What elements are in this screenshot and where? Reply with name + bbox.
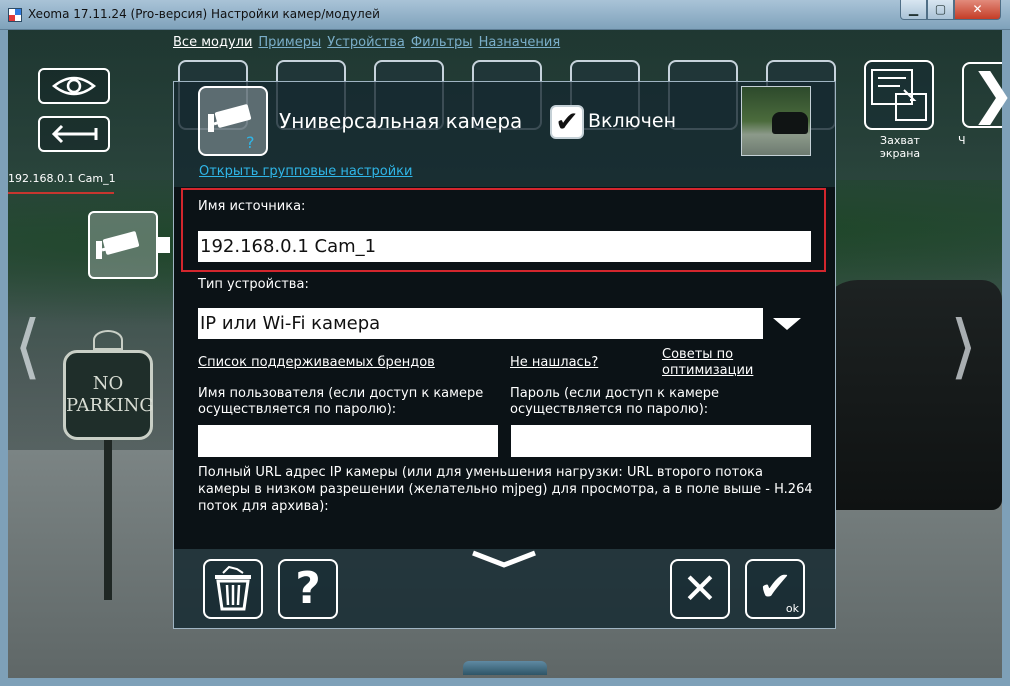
tab-destinations[interactable]: Назначения xyxy=(479,35,561,55)
back-button[interactable] xyxy=(38,116,110,152)
svg-text:?: ? xyxy=(246,133,255,152)
camera-name-label[interactable]: 192.168.0.1 Cam_1 xyxy=(8,172,116,185)
module-strip-next-button[interactable]: ❯ xyxy=(962,62,1010,128)
delete-module-button[interactable] xyxy=(203,559,263,619)
window-title: Xeoma 17.11.24 (Pro-версия) Настройки ка… xyxy=(28,7,380,21)
tab-all-modules[interactable]: Все модули xyxy=(173,35,252,55)
background-no-parking-sign: NO PARKING xyxy=(63,350,154,440)
password-input[interactable] xyxy=(511,425,811,457)
scroll-right-icon[interactable]: ⟩ xyxy=(950,305,977,387)
dialog-title: Универсальная камера xyxy=(279,109,523,133)
next-module-label: Ч xyxy=(958,134,966,147)
dialog-header: ? Универсальная камера ✔ Включен Открыть… xyxy=(173,81,836,187)
camera-question-icon: ? xyxy=(208,104,255,152)
help-icon: ? xyxy=(295,563,321,614)
device-type-label: Тип устройства: xyxy=(198,277,309,292)
view-mode-button[interactable] xyxy=(38,68,110,104)
module-category-tabs: Все модули Примеры Устройства Фильтры На… xyxy=(173,35,560,55)
dropdown-arrow-icon[interactable] xyxy=(773,318,801,330)
device-type-select[interactable]: IP или Wi-Fi камера xyxy=(198,308,763,339)
scroll-left-icon[interactable]: ⟨ xyxy=(14,305,41,387)
ok-button[interactable]: ✔ ok xyxy=(745,559,805,619)
cancel-icon: ✕ xyxy=(682,564,718,613)
tab-filters[interactable]: Фильтры xyxy=(411,35,473,55)
camera-connector xyxy=(158,237,170,253)
optimization-tips-link[interactable]: Советы по оптимизации xyxy=(662,347,772,379)
sign-text-line1: NO xyxy=(92,373,124,394)
tab-examples[interactable]: Примеры xyxy=(258,35,321,55)
background-sign-post xyxy=(104,440,112,600)
close-window-button[interactable]: ✕ xyxy=(954,0,1001,20)
screen-capture-label: Захват экрана xyxy=(879,134,921,160)
screen-capture-module-tile[interactable] xyxy=(864,60,934,130)
enabled-checkbox[interactable]: ✔ xyxy=(550,105,584,139)
supported-brands-link[interactable]: Список поддерживаемых брендов xyxy=(198,355,435,370)
minimize-button[interactable]: ▁ xyxy=(900,0,927,20)
camera-url-label: Полный URL адрес IP камеры (или для умен… xyxy=(198,465,813,514)
cctv-camera-icon xyxy=(96,231,140,259)
background-sign-crown xyxy=(93,330,123,350)
module-settings-dialog: ? Универсальная камера ✔ Включен Открыть… xyxy=(173,81,836,629)
universal-camera-icon: ? xyxy=(198,86,268,156)
group-settings-link[interactable]: Открыть групповые настройки xyxy=(199,164,412,179)
app-icon xyxy=(8,8,22,22)
username-input[interactable] xyxy=(198,425,498,457)
camera-selection-indicator xyxy=(8,192,114,194)
camera-module-tile[interactable] xyxy=(88,211,158,279)
checkmark-icon: ✔ xyxy=(555,105,579,138)
help-button[interactable]: ? xyxy=(278,559,338,619)
not-found-link[interactable]: Не нашлась? xyxy=(510,355,598,370)
ok-label: ok xyxy=(785,602,799,615)
source-name-input[interactable] xyxy=(198,231,811,262)
password-label: Пароль (если доступ к камере осуществляе… xyxy=(510,386,720,417)
tab-devices[interactable]: Устройства xyxy=(327,35,405,55)
sign-text-line2: PARKING xyxy=(66,395,154,416)
screen-capture-icon xyxy=(871,69,927,121)
bottom-panel-handle[interactable] xyxy=(463,661,547,675)
username-label: Имя пользователя (если доступ к камере о… xyxy=(198,386,484,417)
maximize-button[interactable]: ▢ xyxy=(927,0,954,20)
eye-icon xyxy=(51,76,97,96)
preview-car-shape xyxy=(772,112,808,134)
expand-more-icon[interactable] xyxy=(471,549,537,571)
window-titlebar: Xeoma 17.11.24 (Pro-версия) Настройки ка… xyxy=(0,0,1010,30)
enabled-label: Включен xyxy=(588,110,676,132)
back-arrow-icon xyxy=(51,124,98,144)
trash-icon xyxy=(215,565,251,611)
source-name-label: Имя источника: xyxy=(198,199,306,214)
cancel-button[interactable]: ✕ xyxy=(670,559,730,619)
